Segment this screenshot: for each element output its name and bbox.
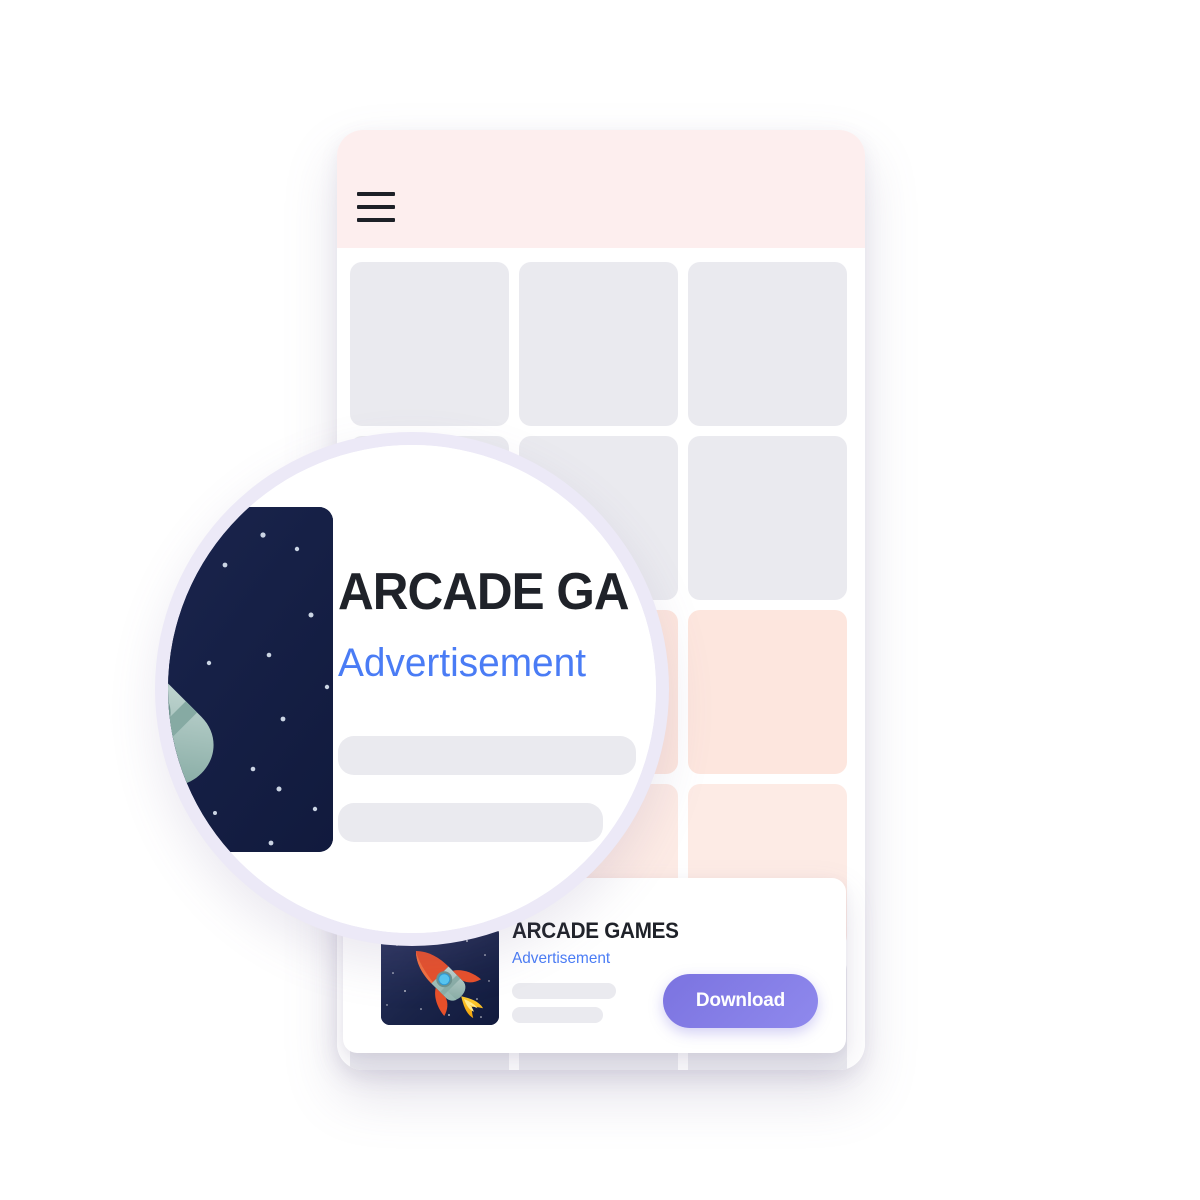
magnified-text-placeholder-line	[338, 736, 636, 775]
grid-cell-placeholder[interactable]	[350, 262, 509, 426]
hamburger-bar	[357, 192, 395, 196]
grid-cell-placeholder[interactable]	[688, 436, 847, 600]
hamburger-bar	[357, 218, 395, 222]
ad-subtitle: Advertisement	[512, 950, 611, 967]
magnifier-content: ARCADE GA Advertisement	[168, 445, 656, 933]
grid-cell-placeholder[interactable]	[688, 262, 847, 426]
hamburger-bar	[357, 205, 395, 209]
ad-text-placeholder-line	[512, 1007, 603, 1023]
screenshot-canvas: ARCADE GAMES Advertisement Download	[0, 0, 1200, 1200]
grid-cell-placeholder[interactable]	[519, 262, 678, 426]
rocket-icon	[168, 507, 333, 852]
ad-text-placeholder-line	[512, 983, 616, 999]
magnified-text-placeholder-line	[338, 803, 603, 842]
hamburger-menu-icon[interactable]	[357, 192, 395, 222]
grid-cell-placeholder[interactable]	[688, 610, 847, 774]
app-header-bar	[337, 130, 865, 248]
magnified-ad-title: ARCADE GA	[338, 563, 630, 621]
magnifier-lens: ARCADE GA Advertisement	[155, 432, 669, 946]
download-button[interactable]: Download	[663, 974, 818, 1028]
magnified-ad-subtitle: Advertisement	[338, 641, 587, 685]
